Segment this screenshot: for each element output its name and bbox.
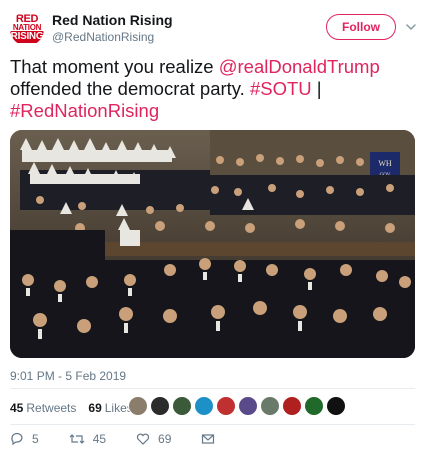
retweet-count: 45	[92, 432, 107, 446]
retweets-label: Retweets	[26, 401, 77, 415]
liker-avatar[interactable]	[238, 396, 258, 416]
tweet-stats: 45 Retweets 69 Likes	[10, 398, 145, 418]
tweet-text-part: offended the democrat party.	[10, 78, 250, 99]
divider	[10, 388, 415, 389]
chevron-down-icon[interactable]	[404, 20, 418, 34]
direct-message-button[interactable]	[201, 432, 223, 446]
tweet-media-image[interactable]: WH GOV	[10, 130, 415, 358]
tweet-text: That moment you realize @realDonaldTrump…	[10, 56, 410, 122]
divider	[10, 424, 415, 425]
retweet-button[interactable]: 45	[69, 432, 106, 446]
tweet-text-part: That moment you realize	[10, 56, 219, 77]
liker-avatar[interactable]	[128, 396, 148, 416]
liker-avatar[interactable]	[304, 396, 324, 416]
liker-avatar[interactable]	[216, 396, 236, 416]
liker-avatars	[128, 396, 348, 416]
reply-button[interactable]: 5	[10, 432, 39, 446]
logo-text-rising: RISING	[10, 31, 44, 43]
retweets-stat[interactable]: 45 Retweets	[10, 401, 76, 415]
follow-button[interactable]: Follow	[326, 14, 396, 40]
liker-avatar[interactable]	[150, 396, 170, 416]
mention-link[interactable]: @realDonaldTrump	[219, 56, 380, 77]
tweet-actions: 5 45 69	[10, 430, 253, 448]
avatar[interactable]: RED NATION RISING	[10, 12, 44, 46]
likes-count: 69	[88, 401, 102, 415]
chamber-photo: WH GOV	[10, 130, 415, 358]
retweets-count: 45	[10, 401, 24, 415]
author-names: Red Nation Rising @RedNationRising	[52, 12, 173, 45]
likes-stat[interactable]: 69 Likes	[88, 401, 132, 415]
reply-icon	[11, 432, 23, 446]
heart-icon	[136, 433, 150, 445]
tweet-header: RED NATION RISING Red Nation Rising @Red…	[10, 12, 418, 46]
tweet-timestamp[interactable]: 9:01 PM - 5 Feb 2019	[10, 369, 126, 383]
display-name[interactable]: Red Nation Rising	[52, 12, 173, 29]
tweet-text-separator: |	[311, 78, 322, 99]
hashtag-rednationrising-link[interactable]: #RedNationRising	[10, 100, 159, 121]
liker-avatar[interactable]	[194, 396, 214, 416]
handle[interactable]: @RedNationRising	[52, 29, 173, 45]
like-count: 69	[158, 432, 172, 446]
retweet-icon	[69, 434, 85, 444]
sign-text: WH	[378, 159, 392, 168]
liker-avatar[interactable]	[282, 396, 302, 416]
liker-avatar[interactable]	[172, 396, 192, 416]
liker-avatar[interactable]	[260, 396, 280, 416]
reply-count: 5	[32, 432, 39, 446]
hashtag-sotu-link[interactable]: #SOTU	[250, 78, 312, 99]
like-button[interactable]: 69	[136, 432, 171, 446]
liker-avatar[interactable]	[326, 396, 346, 416]
envelope-icon	[202, 434, 215, 444]
